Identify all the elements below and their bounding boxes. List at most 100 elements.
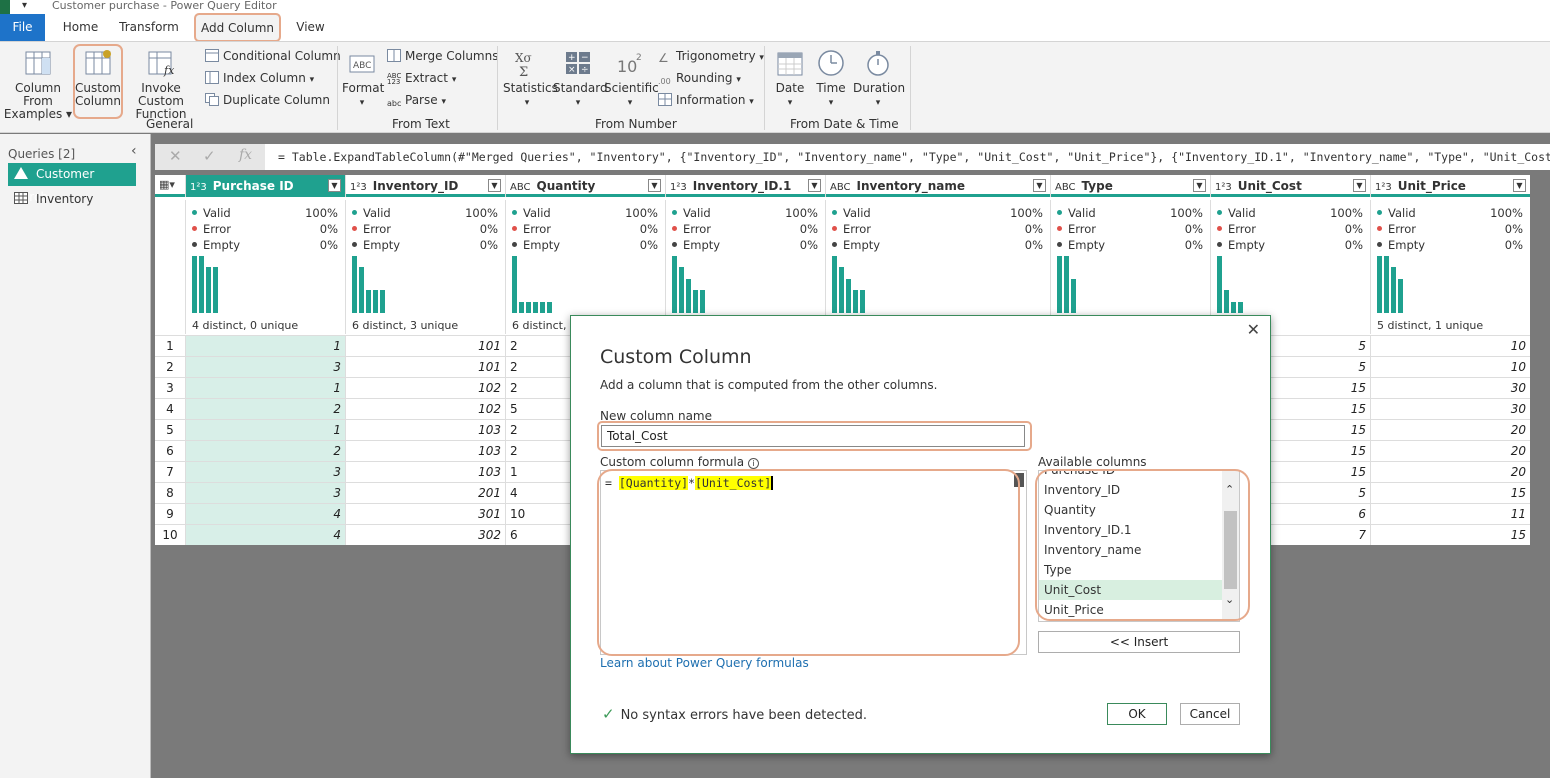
row-number[interactable]: 10 [155,524,185,545]
insert-button[interactable]: << Insert [1038,631,1240,653]
table-cell[interactable]: 302 [345,524,505,545]
commit-formula-icon[interactable]: ✓ [203,147,216,165]
column-header[interactable]: 1²3 Unit_Price ▼ [1370,175,1530,197]
table-cell[interactable]: 103 [345,440,505,461]
collapse-pane-icon[interactable]: ‹ [131,143,137,159]
close-icon[interactable]: ✕ [1247,320,1260,339]
row-number[interactable]: 8 [155,482,185,503]
row-number[interactable]: 4 [155,398,185,419]
table-cell[interactable]: 102 [345,398,505,419]
distribution-bar[interactable] [832,255,837,313]
duration-button[interactable]: Duration ▾ [853,48,905,110]
column-filter-icon[interactable]: ▼ [1353,179,1366,192]
date-button[interactable]: Date ▾ [770,48,810,110]
table-cell[interactable]: 1 [185,419,345,440]
column-header[interactable]: 1²3 Unit_Cost ▼ [1210,175,1370,197]
column-header[interactable]: ABC Inventory_name ▼ [825,175,1050,197]
row-number[interactable]: 6 [155,440,185,461]
tab-home[interactable]: Home [53,14,108,41]
distribution-bar[interactable] [860,290,865,313]
column-type-icon[interactable]: ABC [1055,182,1076,193]
index-column-button[interactable]: Index Column ▾ [205,68,314,88]
table-cell[interactable]: 2 [185,398,345,419]
format-button[interactable]: ABC Format ▾ [342,48,384,110]
table-cell[interactable]: 301 [345,503,505,524]
column-header[interactable]: ABC Quantity ▼ [505,175,665,197]
new-column-name-input[interactable] [601,425,1025,447]
duplicate-column-button[interactable]: Duplicate Column [205,90,330,110]
distribution-bar[interactable] [213,267,218,313]
distribution-bar[interactable] [533,301,538,313]
column-type-icon[interactable]: 1²3 [1375,182,1392,193]
table-cell[interactable]: 20 [1370,440,1530,461]
time-button[interactable]: Time ▾ [813,48,849,110]
distribution-bar[interactable] [512,255,517,313]
distribution-bar[interactable] [1398,278,1403,313]
distribution-bar[interactable] [380,290,385,313]
column-type-icon[interactable]: 1²3 [1215,182,1232,193]
column-type-icon[interactable]: ABC [510,182,531,193]
table-cell[interactable]: 10 [1370,356,1530,377]
information-button[interactable]: Information ▾ [658,90,754,110]
row-number[interactable]: 7 [155,461,185,482]
trigonometry-button[interactable]: ∠ Trigonometry ▾ [658,46,764,66]
tab-transform[interactable]: Transform [115,14,183,41]
distribution-bar[interactable] [373,290,378,313]
parse-button[interactable]: abc Parse ▾ [387,90,446,110]
distribution-bar[interactable] [839,267,844,313]
column-filter-icon[interactable]: ▼ [1513,179,1526,192]
table-cell[interactable]: 3 [185,461,345,482]
distribution-bar[interactable] [519,301,524,313]
formula-text[interactable]: = Table.ExpandTableColumn(#"Merged Queri… [270,144,1550,170]
row-number[interactable]: 1 [155,335,185,356]
distribution-bar[interactable] [672,255,677,313]
table-cell[interactable]: 15 [1370,524,1530,545]
info-icon[interactable]: i [747,458,759,469]
tab-add-column[interactable]: Add Column [194,13,281,42]
distribution-bar[interactable] [199,255,204,313]
row-number[interactable]: 5 [155,419,185,440]
table-menu-icon[interactable]: ▦▾ [159,178,175,191]
tab-file[interactable]: File [0,14,45,41]
table-cell[interactable]: 11 [1370,503,1530,524]
extract-button[interactable]: ABC 123 Extract ▾ [387,68,456,88]
table-cell[interactable]: 30 [1370,377,1530,398]
distribution-bar[interactable] [366,290,371,313]
column-header[interactable]: 1²3 Inventory_ID.1 ▼ [665,175,825,197]
distribution-bar[interactable] [1224,290,1229,313]
column-filter-icon[interactable]: ▼ [808,179,821,192]
distribution-bar[interactable] [352,255,357,313]
custom-column-button[interactable]: Custom Column [73,44,123,119]
column-filter-icon[interactable]: ▼ [328,179,341,192]
column-from-examples-button[interactable]: Column From Examples ▾ [3,48,73,121]
table-cell[interactable]: 15 [1370,482,1530,503]
table-cell[interactable]: 103 [345,461,505,482]
column-filter-icon[interactable]: ▼ [1193,179,1206,192]
table-cell[interactable]: 1 [185,377,345,398]
distribution-bar[interactable] [686,278,691,313]
table-cell[interactable]: 102 [345,377,505,398]
table-cell[interactable]: 4 [185,503,345,524]
rounding-button[interactable]: .00 Rounding ▾ [658,68,741,88]
table-cell[interactable]: 4 [185,524,345,545]
distribution-bar[interactable] [1384,255,1389,313]
table-cell[interactable]: 103 [345,419,505,440]
column-type-icon[interactable]: 1²3 [190,182,207,193]
table-cell[interactable]: 101 [345,335,505,356]
table-cell[interactable]: 20 [1370,419,1530,440]
quick-access-dropdown-icon[interactable]: ▾ [22,0,27,11]
column-header[interactable]: 1²3 Purchase ID ▼ [185,175,345,197]
distribution-bar[interactable] [846,278,851,313]
table-cell[interactable]: 3 [185,356,345,377]
distribution-bar[interactable] [540,301,545,313]
learn-formulas-link[interactable]: Learn about Power Query formulas [600,656,809,670]
conditional-column-button[interactable]: Conditional Column [205,46,341,66]
column-type-icon[interactable]: 1²3 [350,182,367,193]
row-number[interactable]: 3 [155,377,185,398]
distribution-bar[interactable] [1231,301,1236,313]
statistics-button[interactable]: Xσ Σ Statistics ▾ [503,48,558,110]
table-cell[interactable]: 20 [1370,461,1530,482]
distribution-bar[interactable] [1217,255,1222,313]
table-cell[interactable]: 3 [185,482,345,503]
table-cell[interactable]: 201 [345,482,505,503]
